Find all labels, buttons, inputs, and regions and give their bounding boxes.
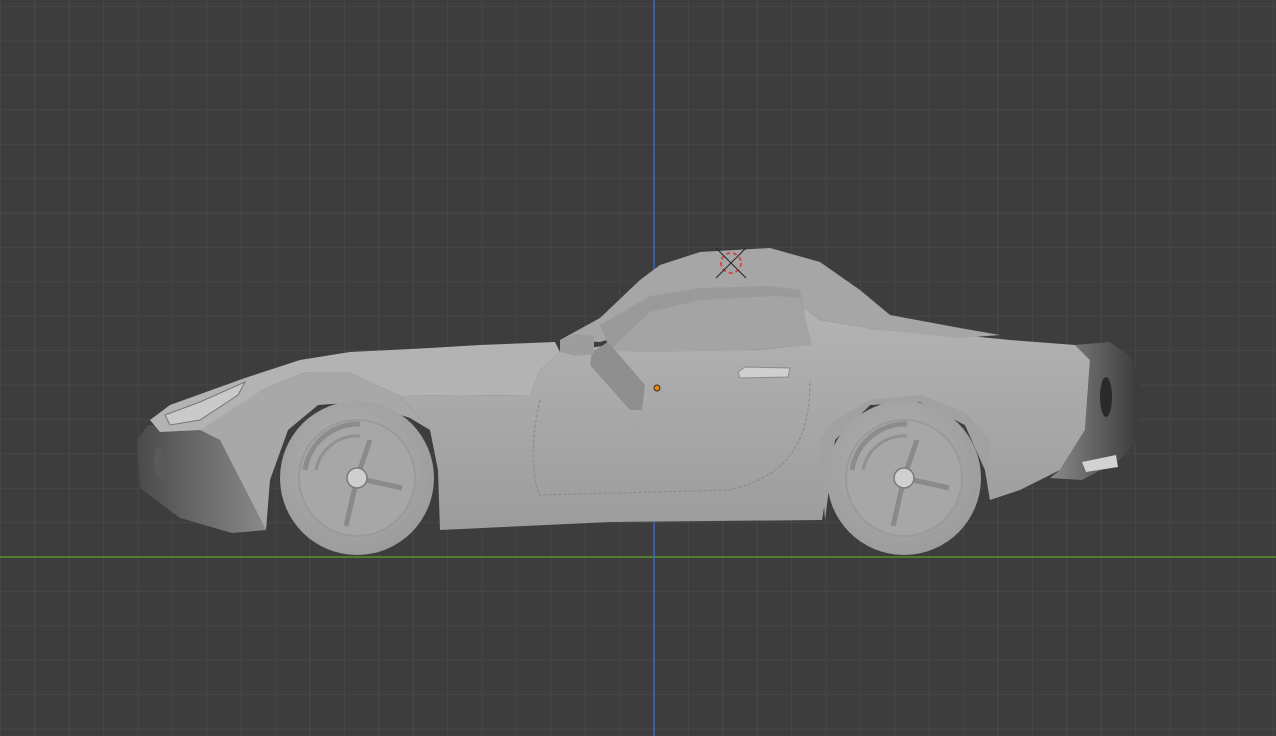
door-handle xyxy=(737,366,791,379)
object-origin-icon xyxy=(653,384,661,392)
car-model[interactable] xyxy=(137,248,1140,555)
3d-viewport[interactable] xyxy=(0,0,1276,736)
front-wheel xyxy=(280,401,434,555)
tail-light xyxy=(1100,377,1112,417)
rear-wheel xyxy=(827,401,981,555)
front-grille xyxy=(154,446,164,478)
